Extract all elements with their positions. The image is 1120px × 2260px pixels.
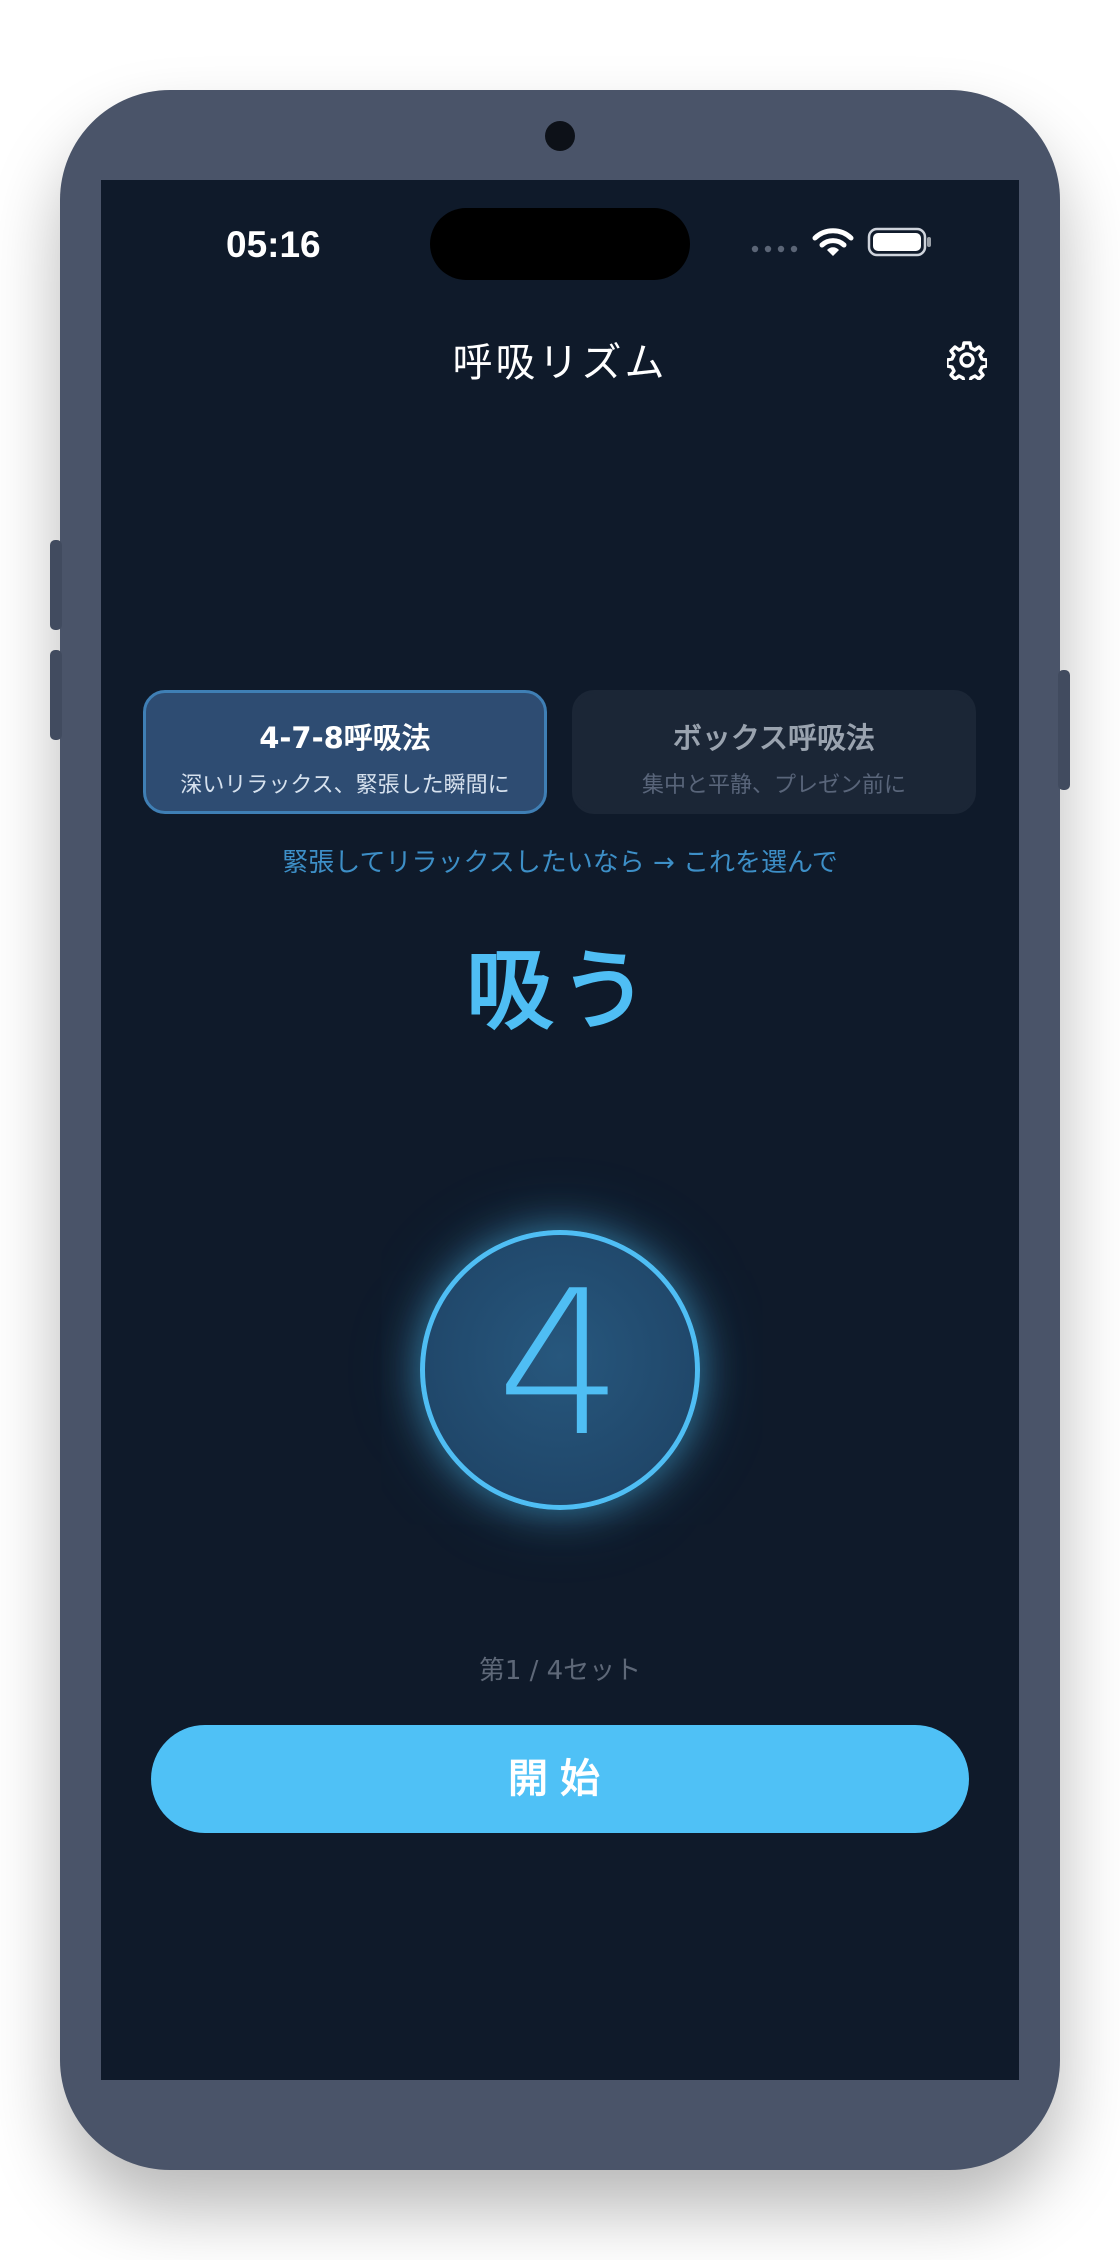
front-camera — [545, 121, 575, 151]
start-button[interactable]: 開始 — [151, 1725, 969, 1833]
mode-hint: 緊張してリラックスしたいなら → これを選んで — [282, 848, 838, 878]
mode-name: ボックス呼吸法 — [672, 721, 876, 755]
countdown-number: 4 — [496, 1248, 624, 1481]
app-screen: 05:16 呼吸リズム 4-7-8呼吸法 深いリラックス、緊張した瞬間に ボック… — [101, 180, 1019, 2080]
mode-card-box[interactable]: ボックス呼吸法 集中と平静、プレゼン前に — [572, 690, 976, 814]
wifi-icon — [812, 228, 854, 256]
gear-icon[interactable] — [947, 340, 987, 380]
breath-phase-label: 吸う — [465, 939, 654, 1042]
breath-circle: 4 — [420, 1230, 700, 1510]
mode-description: 深いリラックス、緊張した瞬間に — [180, 773, 510, 798]
volume-down-button — [50, 650, 62, 740]
volume-up-button — [50, 540, 62, 630]
power-button — [1058, 670, 1070, 790]
cellular-signal-icon — [751, 245, 798, 253]
mode-name: 4-7-8呼吸法 — [259, 721, 431, 755]
mode-description: 集中と平静、プレゼン前に — [641, 773, 906, 798]
canvas: 05:16 呼吸リズム 4-7-8呼吸法 深いリラックス、緊張した瞬間に ボック… — [0, 0, 1120, 2260]
dynamic-island — [430, 208, 690, 280]
set-progress: 第1 / 4セット — [478, 1656, 642, 1686]
phone-frame: 05:16 呼吸リズム 4-7-8呼吸法 深いリラックス、緊張した瞬間に ボック… — [50, 90, 1070, 2170]
mode-card-478[interactable]: 4-7-8呼吸法 深いリラックス、緊張した瞬間に — [143, 690, 547, 814]
status-time: 05:16 — [226, 224, 321, 265]
battery-icon — [867, 227, 931, 257]
page-title: 呼吸リズム — [452, 340, 668, 386]
